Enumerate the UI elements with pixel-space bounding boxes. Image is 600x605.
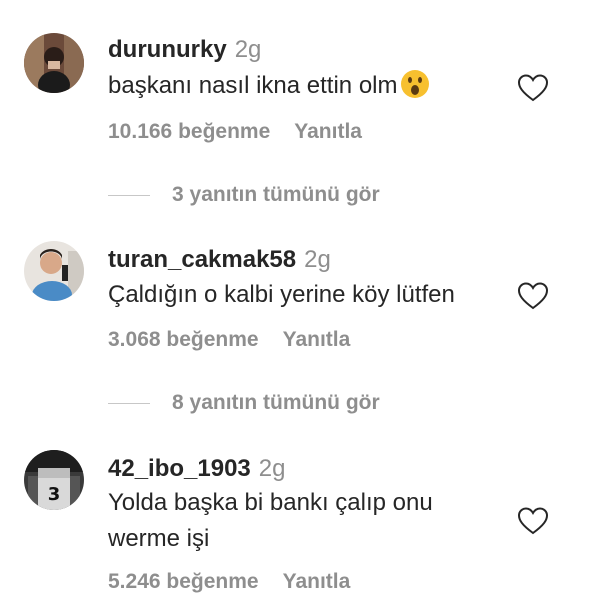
username-text[interactable]: durunurky [108,36,227,63]
comment-username[interactable]: 42_ibo_1903 2g [108,455,285,483]
comment-time: 2g [234,36,262,63]
reply-button[interactable]: Yanıtla [283,328,351,351]
face-with-open-mouth-icon [400,69,430,110]
reply-button[interactable]: Yanıtla [294,120,362,143]
view-replies-label[interactable]: 3 yanıtın tümünü gör [172,183,380,207]
divider [108,194,150,196]
view-replies-label[interactable]: 8 yanıtın tümünü gör [172,391,380,415]
heart-icon[interactable] [517,74,549,107]
comment-text: Çaldığın o kalbi yerine köy lütfen [108,277,508,313]
heart-icon[interactable] [517,507,549,540]
comment-time: 2g [258,455,286,482]
comment-username[interactable]: turan_cakmak58 2g [108,246,331,274]
divider [108,402,150,404]
comment-meta: 3.068 beğenme Yanıtla [108,328,350,352]
comment-text-line: werme işi [108,525,210,552]
like-count[interactable]: 10.166 beğenme [108,120,270,143]
view-replies-button[interactable]: 8 yanıtın tümünü gör [108,391,380,415]
comment-username[interactable]: durunurky 2g [108,36,261,64]
comment-text-content: Çaldığın o kalbi yerine köy lütfen [108,281,455,308]
reply-button[interactable]: Yanıtla [283,570,351,593]
comment-text: başkanı nasıl ikna ettin olm [108,68,508,110]
like-count[interactable]: 3.068 beğenme [108,328,259,351]
username-text[interactable]: turan_cakmak58 [108,246,296,273]
svg-text:3: 3 [48,484,61,505]
comment-time: 2g [304,246,331,273]
comment-meta: 10.166 beğenme Yanıtla [108,120,362,144]
comment-text: Yolda başka bi bankı çalıp onu werme işi [108,485,508,557]
view-replies-button[interactable]: 3 yanıtın tümünü gör [108,183,380,207]
comment-meta: 5.246 beğenme Yanıtla [108,570,350,594]
comment-text-content: başkanı nasıl ikna ettin olm [108,72,398,99]
avatar[interactable] [24,241,84,301]
comment-text-line: Yolda başka bi bankı çalıp onu [108,489,433,516]
username-text[interactable]: 42_ibo_1903 [108,455,251,482]
avatar[interactable]: 3 [24,450,84,510]
avatar[interactable] [24,33,84,93]
like-count[interactable]: 5.246 beğenme [108,570,259,593]
heart-icon[interactable] [517,282,549,315]
